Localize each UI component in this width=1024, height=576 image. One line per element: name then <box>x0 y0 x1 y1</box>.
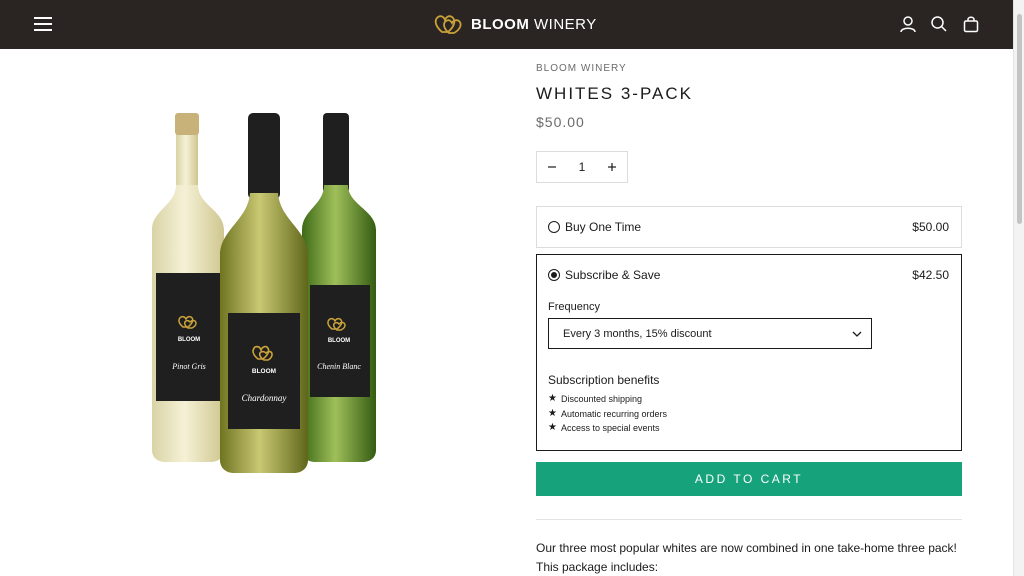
list-item: ★ Automatic recurring orders <box>548 407 667 422</box>
list-item: ★ Discounted shipping <box>548 392 667 407</box>
quantity-input[interactable]: 1 <box>567 160 597 174</box>
frequency-selected-value: Every 3 months, 15% discount <box>563 328 712 340</box>
bottle-pinot-gris: BLOOM Pinot Gris <box>152 113 224 462</box>
account-icon[interactable] <box>898 14 918 34</box>
star-icon: ★ <box>548 407 557 419</box>
product-title: WHITES 3-PACK <box>536 84 693 103</box>
bottle-3-brand: BLOOM <box>328 338 350 344</box>
decrease-quantity-button[interactable] <box>537 152 567 182</box>
radio-buy-one-time[interactable] <box>548 221 560 233</box>
page-scrollbar[interactable] <box>1013 0 1024 576</box>
subscribe-save-price: $42.50 <box>912 268 949 282</box>
benefit-text: Discounted shipping <box>560 394 643 405</box>
minus-icon <box>548 166 556 168</box>
logo-bold-text: BLOOM <box>471 15 530 33</box>
menu-icon[interactable] <box>34 17 52 31</box>
benefits-title: Subscription benefits <box>548 373 660 387</box>
logo-light-text: WINERY <box>534 15 597 33</box>
add-to-cart-button[interactable]: ADD TO CART <box>536 462 962 496</box>
product-vendor[interactable]: BLOOM WINERY <box>536 63 627 74</box>
scrollbar-thumb[interactable] <box>1017 14 1022 224</box>
buy-one-time-price: $50.00 <box>912 220 949 234</box>
bottle-3-label: Chenin Blanc <box>317 362 361 371</box>
logo-hearts-icon <box>434 15 462 34</box>
option-subscribe-save[interactable]: Subscribe & Save $42.50 Frequency Every … <box>536 254 962 451</box>
frequency-label: Frequency <box>548 301 600 313</box>
list-item: ★ Access to special events <box>548 421 667 436</box>
product-description: Our three most popular whites are now co… <box>536 541 957 574</box>
benefits-list: ★ Discounted shipping ★ Automatic recurrin… <box>548 392 667 436</box>
bottle-chardonnay: BLOOM Chardonnay <box>220 113 308 473</box>
product-price: $50.00 <box>536 114 585 130</box>
site-header: BLOOM WINERY <box>0 0 1024 49</box>
quantity-stepper: 1 <box>536 151 628 183</box>
frequency-select[interactable]: Every 3 months, 15% discount <box>548 318 872 349</box>
option-buy-one-time[interactable]: Buy One Time $50.00 <box>536 206 962 248</box>
bottle-2-brand: BLOOM <box>252 368 276 375</box>
buy-one-time-label: Buy One Time <box>565 220 642 234</box>
radio-subscribe-save[interactable] <box>548 269 560 281</box>
plus-icon <box>608 163 616 171</box>
increase-quantity-button[interactable] <box>597 152 627 182</box>
bottle-2-label: Chardonnay <box>242 393 287 403</box>
divider <box>536 519 962 520</box>
benefit-text: Access to special events <box>560 423 660 434</box>
bottle-1-label: Pinot Gris <box>171 362 206 371</box>
bottle-chenin-blanc: BLOOM Chenin Blanc <box>302 113 376 462</box>
subscribe-save-label: Subscribe & Save <box>565 268 661 282</box>
star-icon: ★ <box>548 422 557 434</box>
cart-icon[interactable] <box>961 14 981 34</box>
product-image: BLOOM Pinot Gris BLOOM Chenin Blanc BLOO… <box>152 113 376 473</box>
benefit-text: Automatic recurring orders <box>560 408 668 419</box>
bottle-1-brand: BLOOM <box>178 337 200 343</box>
star-icon: ★ <box>548 393 557 405</box>
chevron-down-icon <box>852 331 862 337</box>
search-icon[interactable] <box>929 14 949 34</box>
site-logo[interactable]: BLOOM WINERY <box>433 10 597 38</box>
